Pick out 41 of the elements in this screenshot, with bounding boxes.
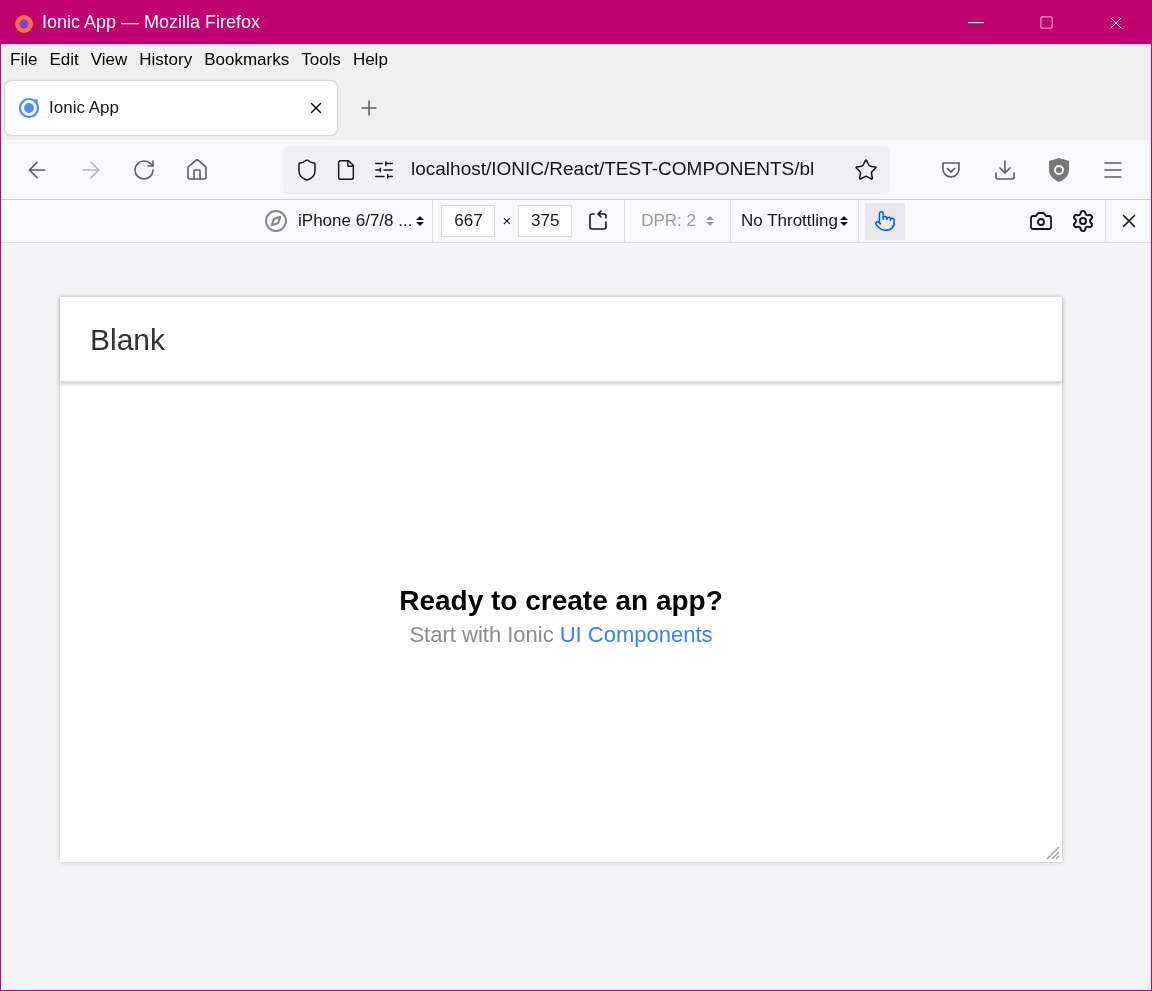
menu-item[interactable]: Edit [43,47,85,73]
touch-toggle[interactable] [865,202,905,240]
device-select[interactable]: iPhone 6/7/8 ... [298,200,434,242]
reload-icon[interactable] [132,157,156,182]
camera-icon[interactable] [1029,209,1053,233]
download-icon[interactable] [993,157,1017,182]
menu-item[interactable]: History [133,47,199,73]
tab-title: Ionic App [49,97,120,120]
address-bar[interactable]: localhost/IONIC/React/TEST-COMPONENTS/bl [283,145,890,194]
throttling-select[interactable]: No Throttling [731,200,859,242]
width-input[interactable]: 667 [441,205,496,237]
page-icon [335,158,357,181]
menu-item[interactable]: View [84,47,134,73]
star-icon[interactable] [854,157,878,182]
components-link[interactable]: UI Components [559,618,713,651]
shield-extension-icon[interactable] [1047,156,1071,183]
minimize-icon [968,21,984,24]
menu-item[interactable]: Bookmarks [198,47,296,73]
updown-icon [416,215,425,227]
menu-item[interactable]: File [4,47,44,73]
heading: Ready to create an app? [399,584,723,618]
updown-icon [840,215,848,227]
pointing-hand-icon [874,210,896,232]
menu-item[interactable]: Help [346,47,394,73]
settings-icon[interactable] [1071,209,1095,233]
home-icon[interactable] [185,157,209,182]
height-input[interactable]: 375 [518,205,573,237]
header-title: Blank [90,321,166,358]
maximize-icon [1038,15,1054,30]
browser-tab[interactable]: Ionic App [5,81,337,135]
menu-item[interactable]: Tools [295,47,347,73]
subtext: Start with Ionic [409,621,554,649]
url-text: localhost/IONIC/React/TEST-COMPONENTS/bl [411,157,816,182]
times-sign: × [502,210,512,231]
window-title: Ionic App — Mozilla Firefox [42,11,261,34]
updown-icon [706,215,714,227]
shield-icon [295,157,319,182]
ionic-logo-icon [17,96,41,120]
compass-icon [264,209,289,233]
permissions-icon [373,158,395,181]
resize-handle-icon[interactable] [1044,844,1060,860]
